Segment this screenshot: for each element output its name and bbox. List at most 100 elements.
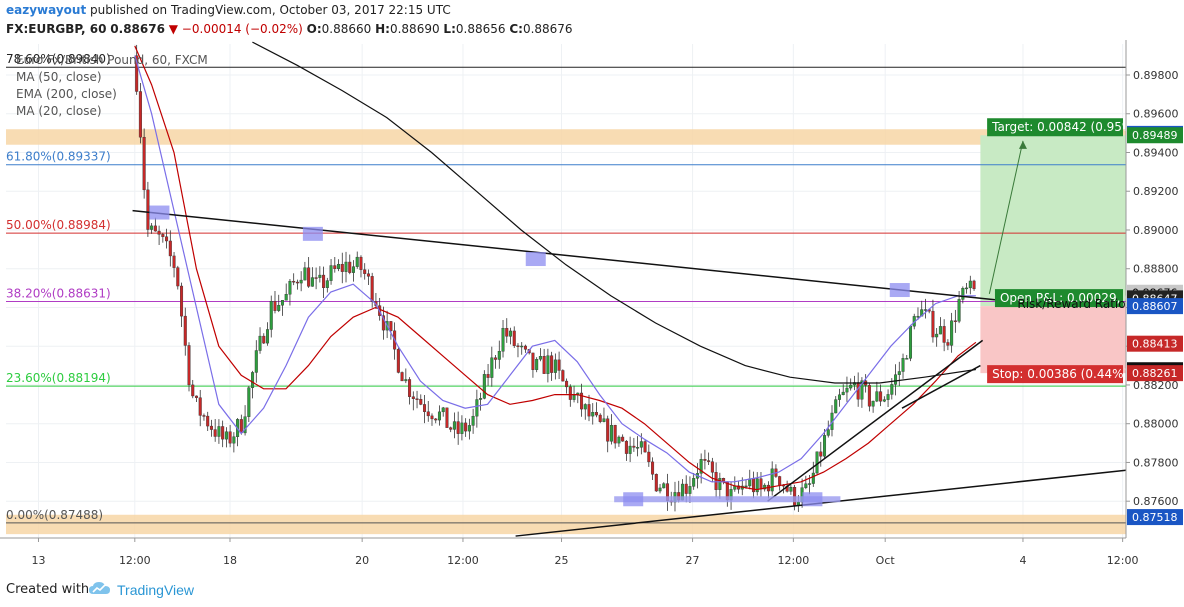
candle-up [337, 263, 341, 269]
price-tag-label: 0.87518 [1132, 511, 1178, 524]
candle-up [789, 487, 793, 492]
candle-down [643, 441, 647, 453]
candle-up [808, 483, 812, 485]
time-tick-label: 20 [355, 554, 369, 567]
candle-down [161, 234, 165, 237]
time-tick-label: 12:00 [119, 554, 151, 567]
candle-down [206, 415, 210, 427]
candle-up [662, 483, 666, 489]
candle-up [572, 394, 576, 400]
candle-down [172, 255, 176, 268]
candle-down [542, 356, 546, 374]
candle-up [744, 485, 748, 488]
candle-up [748, 478, 752, 487]
time-tick-label: 27 [686, 554, 700, 567]
candle-down [594, 412, 598, 416]
ohlc-high-value: 0.88690 [389, 22, 440, 36]
candle-up [303, 267, 307, 281]
candle-down [434, 418, 438, 421]
candle-down [359, 256, 363, 270]
candle-down [606, 418, 610, 442]
candle-down [333, 265, 337, 269]
candle-up [232, 436, 236, 444]
legend-entry: MA (20, close) [16, 104, 102, 118]
target-zone [980, 135, 1126, 307]
ohlc-close: C:0.88676 [509, 22, 572, 36]
price-tick-label: 0.87600 [1133, 495, 1179, 508]
candle-down [449, 427, 453, 430]
candle-up [882, 399, 886, 402]
price-tick-label: 0.88800 [1133, 263, 1179, 276]
author-link[interactable]: eazywayout [6, 3, 86, 17]
ohlc-open: O:0.88660 [307, 22, 372, 36]
candle-up [471, 415, 475, 426]
ohlc-high-label: H: [375, 22, 390, 36]
candle-up [602, 418, 606, 422]
candle-down [262, 335, 266, 344]
candle-up [871, 400, 875, 407]
candle-down [221, 426, 225, 440]
candle-down [142, 136, 146, 191]
candle-up [770, 468, 774, 492]
candle-down [445, 407, 449, 428]
candle-up [815, 451, 819, 474]
candle-down [239, 419, 243, 434]
candle-down [153, 225, 157, 232]
candle-down [710, 461, 714, 473]
candle-down [565, 380, 569, 388]
candle-down [138, 91, 142, 138]
candle-down [946, 342, 950, 346]
ohlc-open-value: 0.88660 [321, 22, 372, 36]
candle-down [931, 310, 935, 338]
candle-down [415, 398, 419, 400]
time-tick-label: 12:00 [1107, 554, 1139, 567]
candle-down [273, 301, 277, 311]
created-with-text: Created with [6, 582, 90, 597]
price-tick-label: 0.89200 [1133, 185, 1179, 198]
candle-up [441, 407, 445, 413]
time-tick-label: 12:00 [778, 554, 810, 567]
candle-down [430, 415, 434, 420]
candle-up [875, 391, 879, 402]
candle-down [707, 460, 711, 462]
candle-down [624, 440, 628, 454]
price-tag-label: 0.88413 [1132, 338, 1178, 351]
tradingview-brand-link[interactable]: TradingView [117, 582, 194, 598]
candle-down [942, 326, 946, 343]
time-tick-label: 25 [555, 554, 569, 567]
candle-down [561, 370, 565, 382]
candle-up [254, 350, 258, 373]
candle-up [591, 412, 595, 417]
candle-down [314, 277, 318, 279]
candle-down [396, 349, 400, 373]
candle-down [651, 461, 655, 475]
ohlc-low: L:0.88656 [443, 22, 505, 36]
price-chart[interactable]: Target: 0.00842 (0.95%) 84.2, AmOpen P&L… [0, 40, 1184, 572]
price-tick-label: 0.88000 [1133, 418, 1179, 431]
candle-down [292, 280, 296, 283]
candle-down [494, 357, 498, 360]
candle-down [972, 280, 976, 290]
candle-down [191, 384, 195, 397]
ohlc-high: H:0.88690 [375, 22, 439, 36]
candle-up [609, 424, 613, 442]
candle-up [404, 379, 408, 382]
candle-up [957, 299, 961, 322]
candle-down [751, 478, 755, 493]
price-tick-label: 0.89600 [1133, 108, 1179, 121]
candle-down [322, 274, 326, 288]
candle-down [512, 330, 516, 346]
candle-up [150, 225, 154, 230]
candle-down [568, 386, 572, 400]
price-tag-label: 0.88261 [1132, 367, 1178, 380]
ohlc-low-label: L: [443, 22, 456, 36]
candle-up [804, 483, 808, 488]
candle-down [340, 263, 344, 272]
candle-up [583, 404, 587, 410]
candle-up [692, 478, 696, 487]
price-tick-label: 0.89000 [1133, 224, 1179, 237]
price-zone [6, 129, 1126, 145]
candle-up [479, 398, 483, 400]
price-tag-label: 0.88607 [1132, 300, 1178, 313]
last-price: 0.88676 [110, 22, 165, 36]
